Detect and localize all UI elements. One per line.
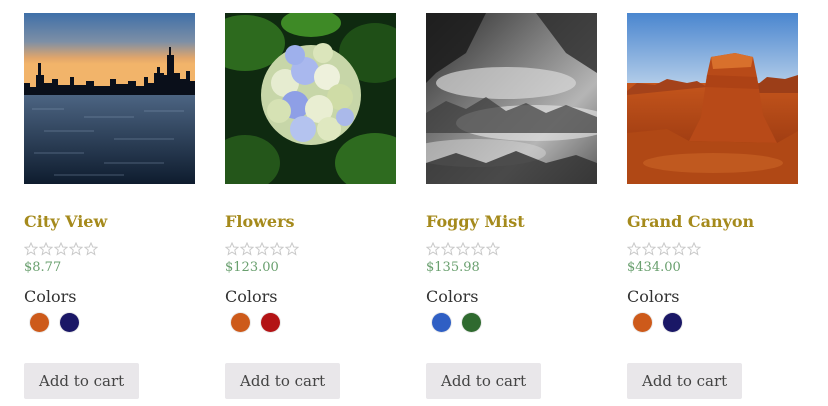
color-swatch-green[interactable] xyxy=(462,313,481,332)
star-outline-icon xyxy=(426,242,440,256)
add-to-cart-button[interactable]: Add to cart xyxy=(426,363,542,399)
star-outline-icon xyxy=(642,242,656,256)
product-image-city-view[interactable] xyxy=(24,13,195,184)
color-swatches xyxy=(426,313,597,332)
add-to-cart-button[interactable]: Add to cart xyxy=(627,363,743,399)
color-swatches xyxy=(627,313,798,332)
product-title[interactable]: Flowers xyxy=(225,212,396,232)
star-rating xyxy=(225,242,396,256)
star-outline-icon xyxy=(24,242,38,256)
star-outline-icon xyxy=(687,242,701,256)
color-swatch-navy[interactable] xyxy=(663,313,682,332)
city-skyline-image xyxy=(24,13,195,184)
colors-label: Colors xyxy=(627,287,680,306)
star-rating xyxy=(24,242,195,256)
star-outline-icon xyxy=(486,242,500,256)
star-outline-icon xyxy=(255,242,269,256)
product-card: Grand Canyon $434.00 Colors Add to cart xyxy=(627,13,798,399)
star-outline-icon xyxy=(627,242,641,256)
color-swatches xyxy=(225,313,396,332)
color-swatch-red[interactable] xyxy=(261,313,280,332)
product-image-foggy-mist[interactable] xyxy=(426,13,597,184)
star-outline-icon xyxy=(285,242,299,256)
product-card: City View $8.77 Colors Add to cart xyxy=(24,13,195,399)
colors-label: Colors xyxy=(225,287,278,306)
desert-butte-image xyxy=(627,13,798,184)
product-title[interactable]: City View xyxy=(24,212,195,232)
product-grid: City View $8.77 Colors Add to cart Flowe… xyxy=(24,13,798,399)
star-rating xyxy=(627,242,798,256)
add-to-cart-button[interactable]: Add to cart xyxy=(24,363,140,399)
hydrangea-image xyxy=(225,13,396,184)
star-rating xyxy=(426,242,597,256)
star-outline-icon xyxy=(240,242,254,256)
color-swatch-blue[interactable] xyxy=(432,313,451,332)
product-price: $434.00 xyxy=(627,260,681,275)
colors-label: Colors xyxy=(24,287,77,306)
add-to-cart-button[interactable]: Add to cart xyxy=(225,363,341,399)
product-title[interactable]: Grand Canyon xyxy=(627,212,798,232)
color-swatch-orange[interactable] xyxy=(633,313,652,332)
product-image-grand-canyon[interactable] xyxy=(627,13,798,184)
product-card: Flowers $123.00 Colors Add to cart xyxy=(225,13,396,399)
star-outline-icon xyxy=(54,242,68,256)
star-outline-icon xyxy=(69,242,83,256)
product-price: $135.98 xyxy=(426,260,480,275)
star-outline-icon xyxy=(456,242,470,256)
product-title[interactable]: Foggy Mist xyxy=(426,212,597,232)
product-card: Foggy Mist $135.98 Colors Add to cart xyxy=(426,13,597,399)
star-outline-icon xyxy=(270,242,284,256)
star-outline-icon xyxy=(672,242,686,256)
color-swatch-navy[interactable] xyxy=(60,313,79,332)
star-outline-icon xyxy=(39,242,53,256)
product-price: $8.77 xyxy=(24,260,62,275)
product-price: $123.00 xyxy=(225,260,279,275)
color-swatch-orange[interactable] xyxy=(231,313,250,332)
star-outline-icon xyxy=(84,242,98,256)
color-swatches xyxy=(24,313,195,332)
star-outline-icon xyxy=(225,242,239,256)
color-swatch-orange[interactable] xyxy=(30,313,49,332)
star-outline-icon xyxy=(471,242,485,256)
star-outline-icon xyxy=(657,242,671,256)
product-image-flowers[interactable] xyxy=(225,13,396,184)
foggy-forest-image xyxy=(426,13,597,184)
colors-label: Colors xyxy=(426,287,479,306)
star-outline-icon xyxy=(441,242,455,256)
